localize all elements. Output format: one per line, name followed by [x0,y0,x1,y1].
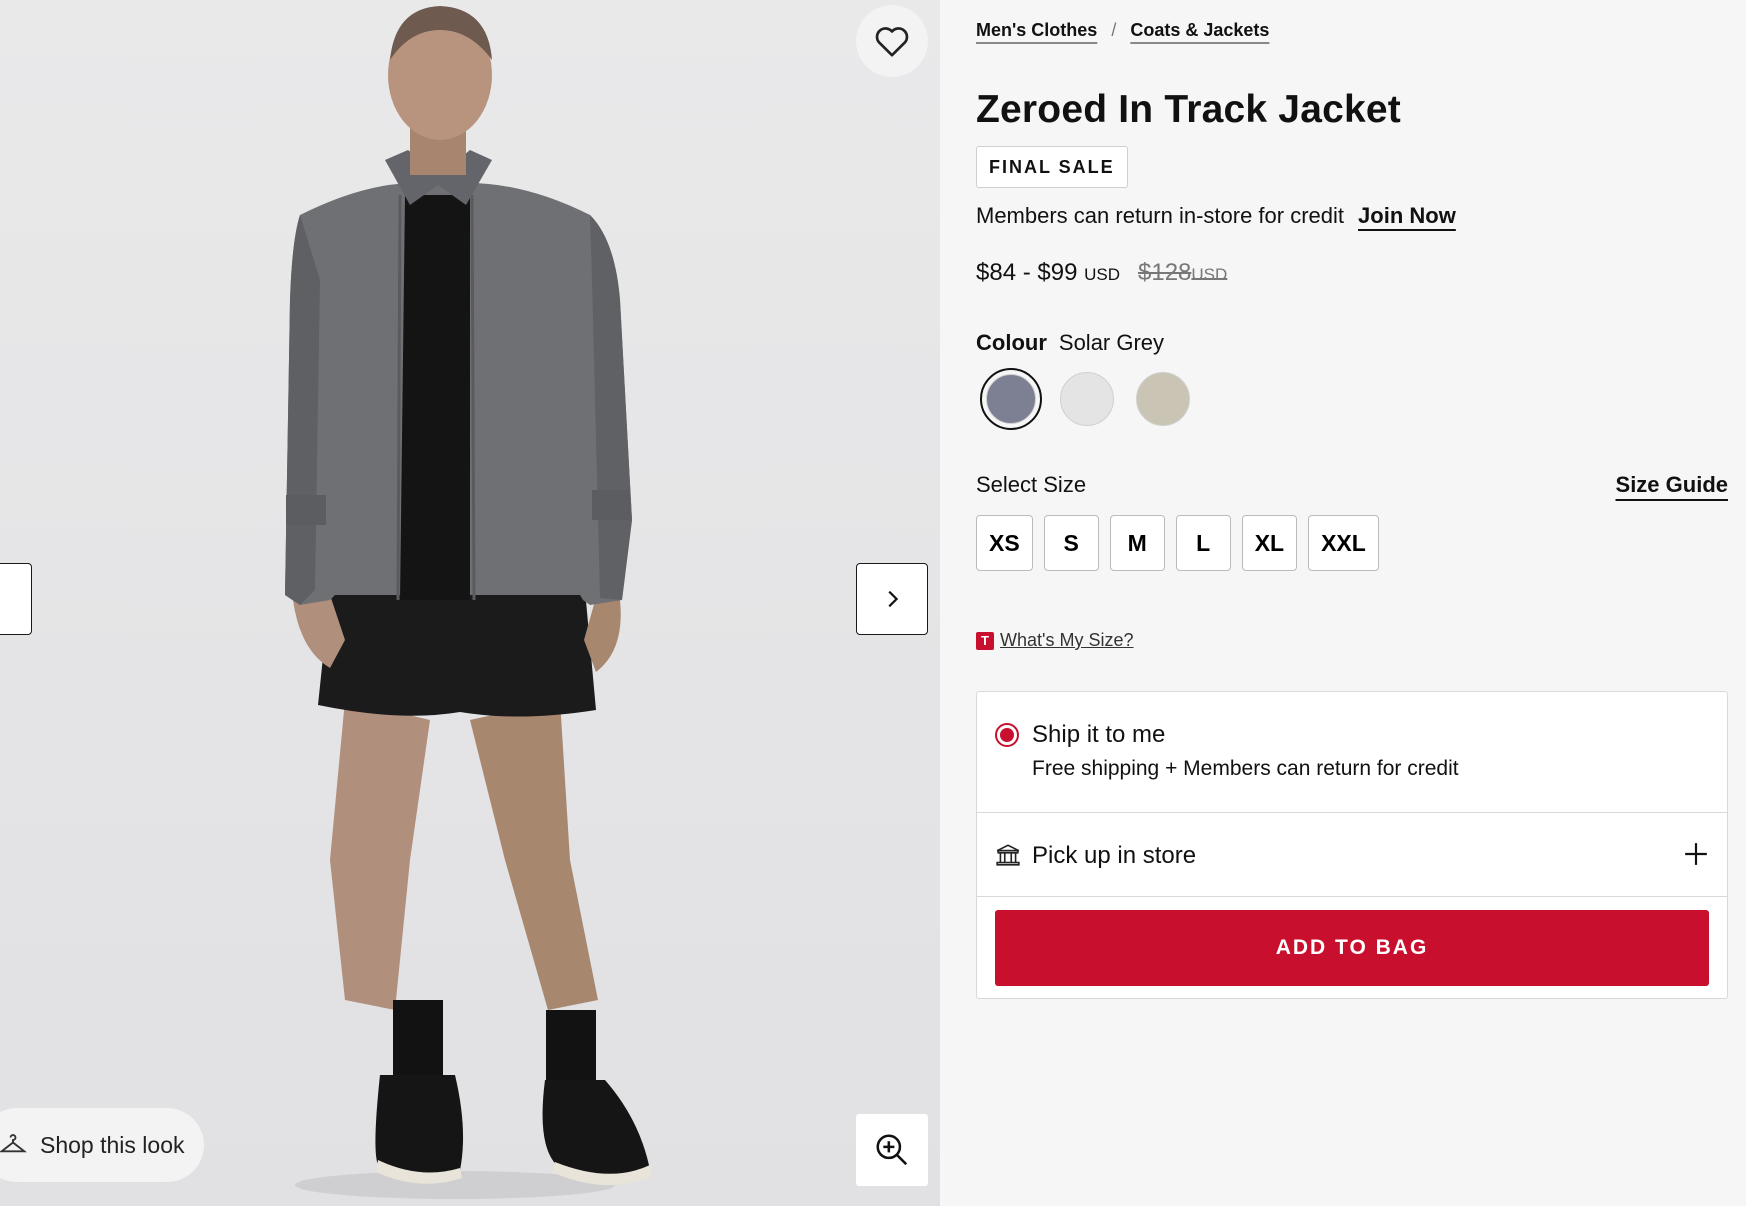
original-price-currency: USD [1191,265,1228,284]
pickup-title: Pick up in store [1032,842,1197,869]
colour-selector-header: Colour Solar Grey [976,330,1164,356]
colour-label: Colour [976,330,1047,355]
swatch-fill [1136,372,1190,426]
breadcrumb-separator: / [1111,20,1117,40]
fit-tool-logo: T [976,631,994,650]
zoom-in-icon [876,1134,908,1166]
chevron-right-icon [888,590,899,608]
colour-swatch-solar-grey[interactable] [980,368,1042,430]
pick-up-in-store-option[interactable]: Pick up in store [977,813,1727,897]
chevron-left-icon [0,588,7,610]
size-button-xxl[interactable]: XXL [1308,515,1379,571]
member-return-note: Members can return in-store for credit J… [976,203,1456,229]
join-now-link[interactable]: Join Now [1358,203,1456,229]
product-photo [285,6,652,1199]
ship-it-to-me-option[interactable]: Ship it to me Free shipping + Members ca… [977,692,1727,813]
radio-selected-dot [1000,728,1014,742]
size-button-xs[interactable]: XS [976,515,1033,571]
sale-price: $84 - $99 USD [976,259,1120,287]
ship-subtitle: Free shipping + Members can return for c… [1032,757,1459,780]
product-image-gallery: Shop this look [0,0,940,1206]
member-note-text: Members can return in-store for credit [976,203,1345,228]
product-title: Zeroed In Track Jacket [976,88,1401,131]
shop-this-look-label: Shop this look [40,1131,185,1158]
whats-my-size-link[interactable]: What's My Size? [1000,630,1133,651]
fulfilment-options: Ship it to me Free shipping + Members ca… [976,691,1728,999]
breadcrumb-mens-clothes[interactable]: Men's Clothes [976,20,1097,41]
breadcrumb-coats-jackets[interactable]: Coats & Jackets [1130,20,1269,41]
size-button-s[interactable]: S [1043,515,1099,571]
breadcrumb: Men's Clothes / Coats & Jackets [976,20,1269,41]
next-image-button[interactable] [856,563,928,635]
size-button-l[interactable]: L [1175,515,1231,571]
plus-icon[interactable] [1683,841,1709,867]
ship-radio[interactable] [995,723,1019,747]
heart-icon [875,27,909,57]
final-sale-badge: FINAL SALE [976,146,1128,188]
selected-colour-name: Solar Grey [1058,330,1165,355]
size-button-xl[interactable]: XL [1241,515,1298,571]
store-icon [996,844,1020,866]
whats-my-size: T What's My Size? [976,630,1133,651]
original-price-value: $128 [1138,259,1192,286]
swatch-fill [986,374,1036,424]
size-options: XS S M L XL XXL [976,515,1379,571]
wishlist-button[interactable] [856,5,928,77]
zoom-button[interactable] [856,1114,928,1186]
select-size-label: Select Size [976,472,1087,497]
colour-swatch-2[interactable] [1056,368,1118,430]
size-button-m[interactable]: M [1109,515,1165,571]
original-price: $128USD [1138,259,1227,287]
colour-swatch-3[interactable] [1132,368,1194,430]
previous-image-button[interactable] [0,563,32,635]
size-selector-header: Select Size Size Guide [976,472,1728,498]
sale-price-range: $84 - $99 [976,259,1078,286]
add-to-bag-button[interactable]: ADD TO BAG [995,910,1709,986]
colour-swatches [980,368,1194,430]
swatch-fill [1060,372,1114,426]
ship-title: Ship it to me [1032,721,1166,748]
sale-price-currency: USD [1084,265,1120,284]
size-guide-link[interactable]: Size Guide [1616,472,1728,498]
price-block: $84 - $99 USD $128USD [976,259,1227,287]
shop-this-look-button[interactable]: Shop this look [0,1108,204,1182]
hanger-icon [0,1134,27,1153]
